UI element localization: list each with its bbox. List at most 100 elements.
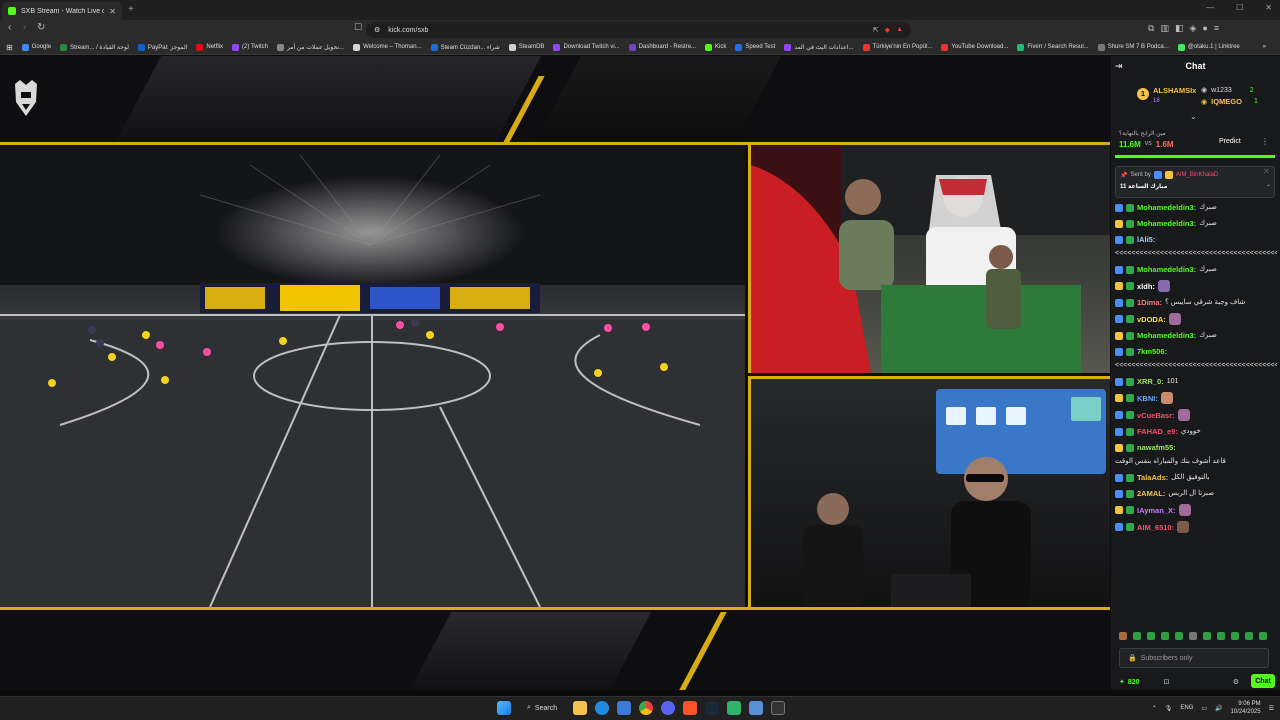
- chat-message[interactable]: lAli5: <<<<<<<<<<<<<<<<<<<<<<<<<<<<<<<<<<…: [1115, 234, 1277, 259]
- bookmark-item[interactable]: Download Twitch vi...: [553, 43, 620, 51]
- emote-icon[interactable]: [1245, 632, 1253, 640]
- chat-username[interactable]: 1Dima:: [1137, 297, 1162, 308]
- chat-message[interactable]: TalaAds: بالتوفيق الكل: [1115, 472, 1277, 483]
- chat-username[interactable]: XRR_0:: [1137, 376, 1164, 387]
- pinned-message[interactable]: 📌 Sent by AIM_BinKhalaD مبارك الساعة 11 …: [1115, 166, 1275, 198]
- emote-icon[interactable]: [1231, 632, 1239, 640]
- chat-username[interactable]: Mohamedeldin3:: [1137, 202, 1196, 213]
- settings-icon[interactable]: ⚙: [1233, 678, 1239, 686]
- chat-username[interactable]: vCueBasr:: [1137, 410, 1175, 421]
- camera-feed-analysts[interactable]: [748, 376, 1110, 607]
- chat-message[interactable]: vDODA:: [1115, 313, 1277, 325]
- chat-username[interactable]: nawafm55:: [1137, 442, 1176, 453]
- chat-message[interactable]: xldh:: [1115, 280, 1277, 292]
- bookmark-item[interactable]: Welcome – Thoman...: [353, 43, 422, 51]
- chat-message[interactable]: FAHAD_e9: خوودي: [1115, 426, 1277, 437]
- shield-icon[interactable]: ◆: [885, 26, 890, 34]
- bookmark-item[interactable]: Steam Cüzdan... شراء: [430, 43, 500, 51]
- chat-message[interactable]: KBNI:: [1115, 392, 1277, 404]
- tray-chevron-icon[interactable]: ⌃: [1152, 705, 1157, 712]
- chat-username[interactable]: Mohamedeldin3:: [1137, 330, 1196, 341]
- bookmark-item[interactable]: Speed Test: [735, 43, 775, 51]
- chevron-down-icon[interactable]: ⌄: [1266, 181, 1271, 188]
- bookmark-item[interactable]: Google: [21, 43, 51, 51]
- terminal-icon[interactable]: [771, 701, 786, 715]
- share-icon[interactable]: ⇱: [873, 26, 879, 34]
- app-icon[interactable]: [727, 701, 742, 715]
- tab-active[interactable]: SXB Stream - Watch Live on K ✕: [2, 2, 122, 20]
- bookmark-item[interactable]: Fiverr / Search Resul...: [1017, 43, 1089, 51]
- chat-username[interactable]: Mohamedeldin3:: [1137, 264, 1196, 275]
- bookmark-item[interactable]: Netflix: [196, 43, 223, 51]
- chat-username[interactable]: xldh:: [1137, 281, 1155, 292]
- chat-message[interactable]: Mohamedeldin3: صبرك: [1115, 218, 1277, 229]
- bookmark-item[interactable]: Shure SM 7 B Podca...: [1097, 43, 1169, 51]
- bookmark-item[interactable]: SteamDB: [508, 43, 544, 51]
- chat-username[interactable]: AIM_6510:: [1137, 522, 1174, 533]
- taskbar-search[interactable]: ⌕ Search: [519, 700, 565, 716]
- bookmark-item[interactable]: Stream... / لوحة القيادة: [60, 43, 129, 51]
- chat-username[interactable]: KBNI:: [1137, 393, 1158, 404]
- network-icon[interactable]: ▭: [1201, 705, 1207, 712]
- notifications-icon[interactable]: ☰: [1269, 705, 1274, 712]
- chat-username[interactable]: TalaAds:: [1137, 472, 1168, 483]
- emote-icon[interactable]: [1133, 632, 1141, 640]
- chat-message[interactable]: Mohamedeldin3: صبرك: [1115, 202, 1277, 213]
- chat-message[interactable]: Mohamedeldin3: صبرك: [1115, 330, 1277, 341]
- chat-username[interactable]: Mohamedeldin3:: [1137, 218, 1196, 229]
- more-icon[interactable]: ⋮: [1261, 137, 1269, 146]
- emote-icon[interactable]: [1147, 632, 1155, 640]
- url-field[interactable]: ⚙ kick.com/sxb ⇱ ◆ ▲: [366, 22, 911, 38]
- store-icon[interactable]: [617, 701, 632, 715]
- chat-username[interactable]: 2AMAL:: [1137, 488, 1165, 499]
- bookmark-item[interactable]: Dashboard - Restre...: [628, 43, 696, 51]
- chat-username[interactable]: vDODA:: [1137, 314, 1166, 325]
- bookmark-icon[interactable]: ☐: [354, 22, 362, 33]
- clock[interactable]: 9:06 PM 10/24/2025: [1231, 700, 1261, 716]
- back-icon[interactable]: ‹: [8, 22, 11, 33]
- chat-username[interactable]: FAHAD_e9:: [1137, 426, 1178, 437]
- chat-message[interactable]: 7km506: <<<<<<<<<<<<<<<<<<<<<<<<<<<<<<<<<…: [1115, 346, 1277, 371]
- profile-icon[interactable]: ●: [1202, 23, 1207, 34]
- brave-icon[interactable]: [683, 701, 698, 715]
- maximize-icon[interactable]: ☐: [1236, 3, 1243, 12]
- points-icon[interactable]: ✦: [1119, 678, 1125, 686]
- start-icon[interactable]: [497, 701, 511, 715]
- emote-icon[interactable]: [1175, 632, 1183, 640]
- stream-player[interactable]: [0, 56, 1111, 690]
- sidebar-icon[interactable]: ▥: [1160, 23, 1169, 34]
- menu-icon[interactable]: ≡: [1214, 23, 1219, 34]
- chat-message[interactable]: AIM_6510:: [1115, 521, 1277, 533]
- extension-icon[interactable]: ⧉: [1148, 23, 1154, 34]
- emote-icon[interactable]: [1189, 632, 1197, 640]
- bookmark-item[interactable]: تحويل عملات من أمر...: [276, 43, 344, 51]
- wallet-icon[interactable]: ◧: [1175, 23, 1184, 34]
- bookmark-item[interactable]: Türkiye'nin En Popül...: [862, 43, 932, 51]
- bookmark-item[interactable]: @otaku.1 | Linktree: [1177, 43, 1240, 51]
- emote-icon[interactable]: [1161, 632, 1169, 640]
- chat-input[interactable]: 🔒 Subscribers only: [1119, 648, 1269, 668]
- close-tab-icon[interactable]: ✕: [109, 7, 116, 16]
- unpin-icon[interactable]: ⤫: [1264, 169, 1269, 176]
- bookmark-item[interactable]: YouTube Download...: [941, 43, 1008, 51]
- chat-message[interactable]: IAyman_X:: [1115, 504, 1277, 516]
- bookmark-item[interactable]: (2) Twitch: [232, 43, 268, 51]
- pinned-sender[interactable]: AIM_BinKhalaD: [1176, 172, 1218, 178]
- rewards-icon[interactable]: ▲: [896, 26, 903, 34]
- site-info-icon[interactable]: ⚙: [374, 26, 380, 34]
- leader-name[interactable]: IQMEGO: [1211, 97, 1242, 106]
- expand-leaderboard-icon[interactable]: ⌄: [1190, 112, 1197, 121]
- bookmark-item[interactable]: اعدادات البث في المد...: [784, 43, 854, 51]
- file-explorer-icon[interactable]: [573, 701, 588, 715]
- chat-username[interactable]: 7km506:: [1137, 346, 1167, 357]
- chrome-icon[interactable]: [639, 701, 654, 715]
- chat-username[interactable]: IAyman_X:: [1137, 505, 1176, 516]
- volume-icon[interactable]: 🔊: [1215, 705, 1222, 712]
- emote-icon[interactable]: [1119, 632, 1127, 640]
- close-window-icon[interactable]: ✕: [1265, 3, 1272, 12]
- leader-name[interactable]: w1233: [1211, 87, 1232, 94]
- chat-message[interactable]: 2AMAL: صبرتا ال الريس: [1115, 488, 1277, 499]
- edge-icon[interactable]: [595, 701, 610, 715]
- reload-icon[interactable]: ↻: [37, 22, 45, 33]
- predict-button[interactable]: Predict: [1219, 138, 1241, 145]
